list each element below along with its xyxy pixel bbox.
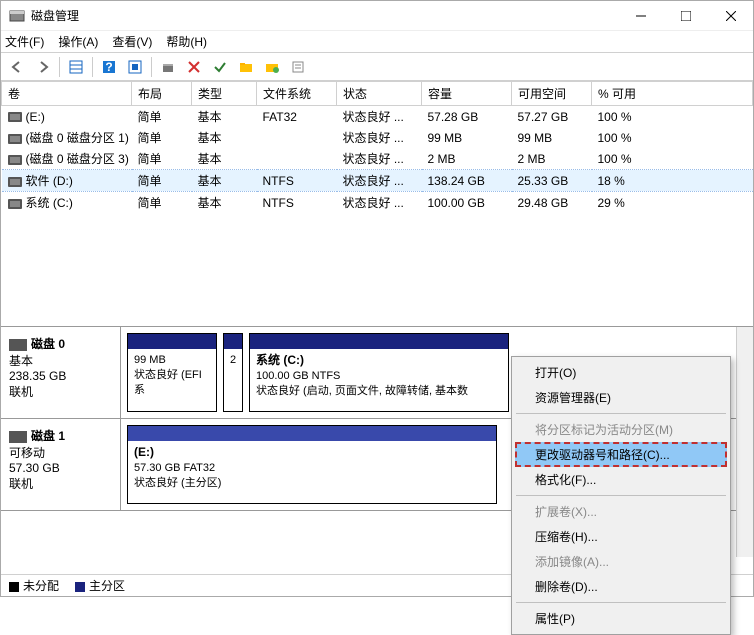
- volume-list-pane: 卷布局类型文件系统状态容量可用空间% 可用 (E:)简单基本FAT32状态良好 …: [1, 81, 753, 327]
- titlebar: 磁盘管理: [1, 1, 753, 31]
- volume-row[interactable]: 系统 (C:)简单基本NTFS状态良好 ...100.00 GB29.48 GB…: [2, 192, 753, 214]
- window-title: 磁盘管理: [31, 7, 618, 24]
- partition[interactable]: 系统 (C:)100.00 GB NTFS状态良好 (启动, 页面文件, 故障转…: [249, 333, 509, 412]
- settings-icon[interactable]: [123, 56, 147, 78]
- volume-row[interactable]: 软件 (D:)简单基本NTFS状态良好 ...138.24 GB25.33 GB…: [2, 170, 753, 192]
- column-header[interactable]: 卷: [2, 82, 132, 106]
- column-header[interactable]: 状态: [337, 82, 422, 106]
- context-menu: 打开(O) 资源管理器(E) 将分区标记为活动分区(M) 更改驱动器号和路径(C…: [511, 356, 731, 635]
- menu-change-drive-letter[interactable]: 更改驱动器号和路径(C)...: [515, 442, 727, 467]
- volume-icon: [8, 155, 22, 165]
- column-header[interactable]: 可用空间: [512, 82, 592, 106]
- volume-table[interactable]: 卷布局类型文件系统状态容量可用空间% 可用 (E:)简单基本FAT32状态良好 …: [1, 81, 753, 213]
- partition[interactable]: 99 MB状态良好 (EFI 系: [127, 333, 217, 412]
- disk-icon: [9, 339, 27, 351]
- column-header[interactable]: 文件系统: [257, 82, 337, 106]
- menu-format[interactable]: 格式化(F)...: [515, 467, 727, 492]
- partition[interactable]: (E:)57.30 GB FAT32状态良好 (主分区): [127, 425, 497, 504]
- volume-row[interactable]: (E:)简单基本FAT32状态良好 ...57.28 GB57.27 GB100…: [2, 106, 753, 128]
- view-list-icon[interactable]: [64, 56, 88, 78]
- column-header[interactable]: 类型: [192, 82, 257, 106]
- menu-mark-active: 将分区标记为活动分区(M): [515, 417, 727, 442]
- column-header[interactable]: % 可用: [592, 82, 753, 106]
- back-button[interactable]: [5, 56, 29, 78]
- volume-row[interactable]: (磁盘 0 磁盘分区 1)简单基本状态良好 ...99 MB99 MB100 %: [2, 127, 753, 148]
- volume-icon: [8, 134, 22, 144]
- partition[interactable]: 2: [223, 333, 243, 412]
- legend-primary: 主分区: [75, 577, 125, 594]
- folder-icon[interactable]: [234, 56, 258, 78]
- menu-explorer[interactable]: 资源管理器(E): [515, 385, 727, 410]
- legend-unallocated: 未分配: [9, 577, 59, 594]
- menu-mirror: 添加镜像(A)...: [515, 549, 727, 574]
- disk-label[interactable]: 磁盘 0基本238.35 GB联机: [1, 327, 121, 418]
- volume-row[interactable]: (磁盘 0 磁盘分区 3)简单基本状态良好 ...2 MB2 MB100 %: [2, 148, 753, 170]
- volume-icon: [8, 199, 22, 209]
- menu-delete[interactable]: 删除卷(D)...: [515, 574, 727, 599]
- toolbar: ?: [1, 53, 753, 81]
- disk-label[interactable]: 磁盘 1可移动57.30 GB联机: [1, 419, 121, 510]
- menu-help[interactable]: 帮助(H): [166, 33, 207, 50]
- column-header[interactable]: 布局: [132, 82, 192, 106]
- app-icon: [9, 8, 25, 24]
- refresh-icon[interactable]: [156, 56, 180, 78]
- volume-icon: [8, 112, 22, 122]
- menubar: 文件(F) 操作(A) 查看(V) 帮助(H): [1, 31, 753, 53]
- delete-icon[interactable]: [182, 56, 206, 78]
- menu-extend: 扩展卷(X)...: [515, 499, 727, 524]
- maximize-button[interactable]: [663, 1, 708, 31]
- menu-open[interactable]: 打开(O): [515, 360, 727, 385]
- help-icon[interactable]: ?: [97, 56, 121, 78]
- menu-shrink[interactable]: 压缩卷(H)...: [515, 524, 727, 549]
- menu-action[interactable]: 操作(A): [58, 33, 98, 50]
- disk-icon: [9, 431, 27, 443]
- folder-new-icon[interactable]: [260, 56, 284, 78]
- menu-view[interactable]: 查看(V): [112, 33, 152, 50]
- forward-button[interactable]: [31, 56, 55, 78]
- volume-icon: [8, 177, 22, 187]
- close-button[interactable]: [708, 1, 753, 31]
- column-header[interactable]: 容量: [422, 82, 512, 106]
- properties-icon[interactable]: [286, 56, 310, 78]
- menu-file[interactable]: 文件(F): [5, 33, 44, 50]
- vertical-scrollbar[interactable]: [736, 327, 753, 557]
- menu-properties[interactable]: 属性(P): [515, 606, 727, 631]
- minimize-button[interactable]: [618, 1, 663, 31]
- check-icon[interactable]: [208, 56, 232, 78]
- svg-text:?: ?: [105, 60, 112, 74]
